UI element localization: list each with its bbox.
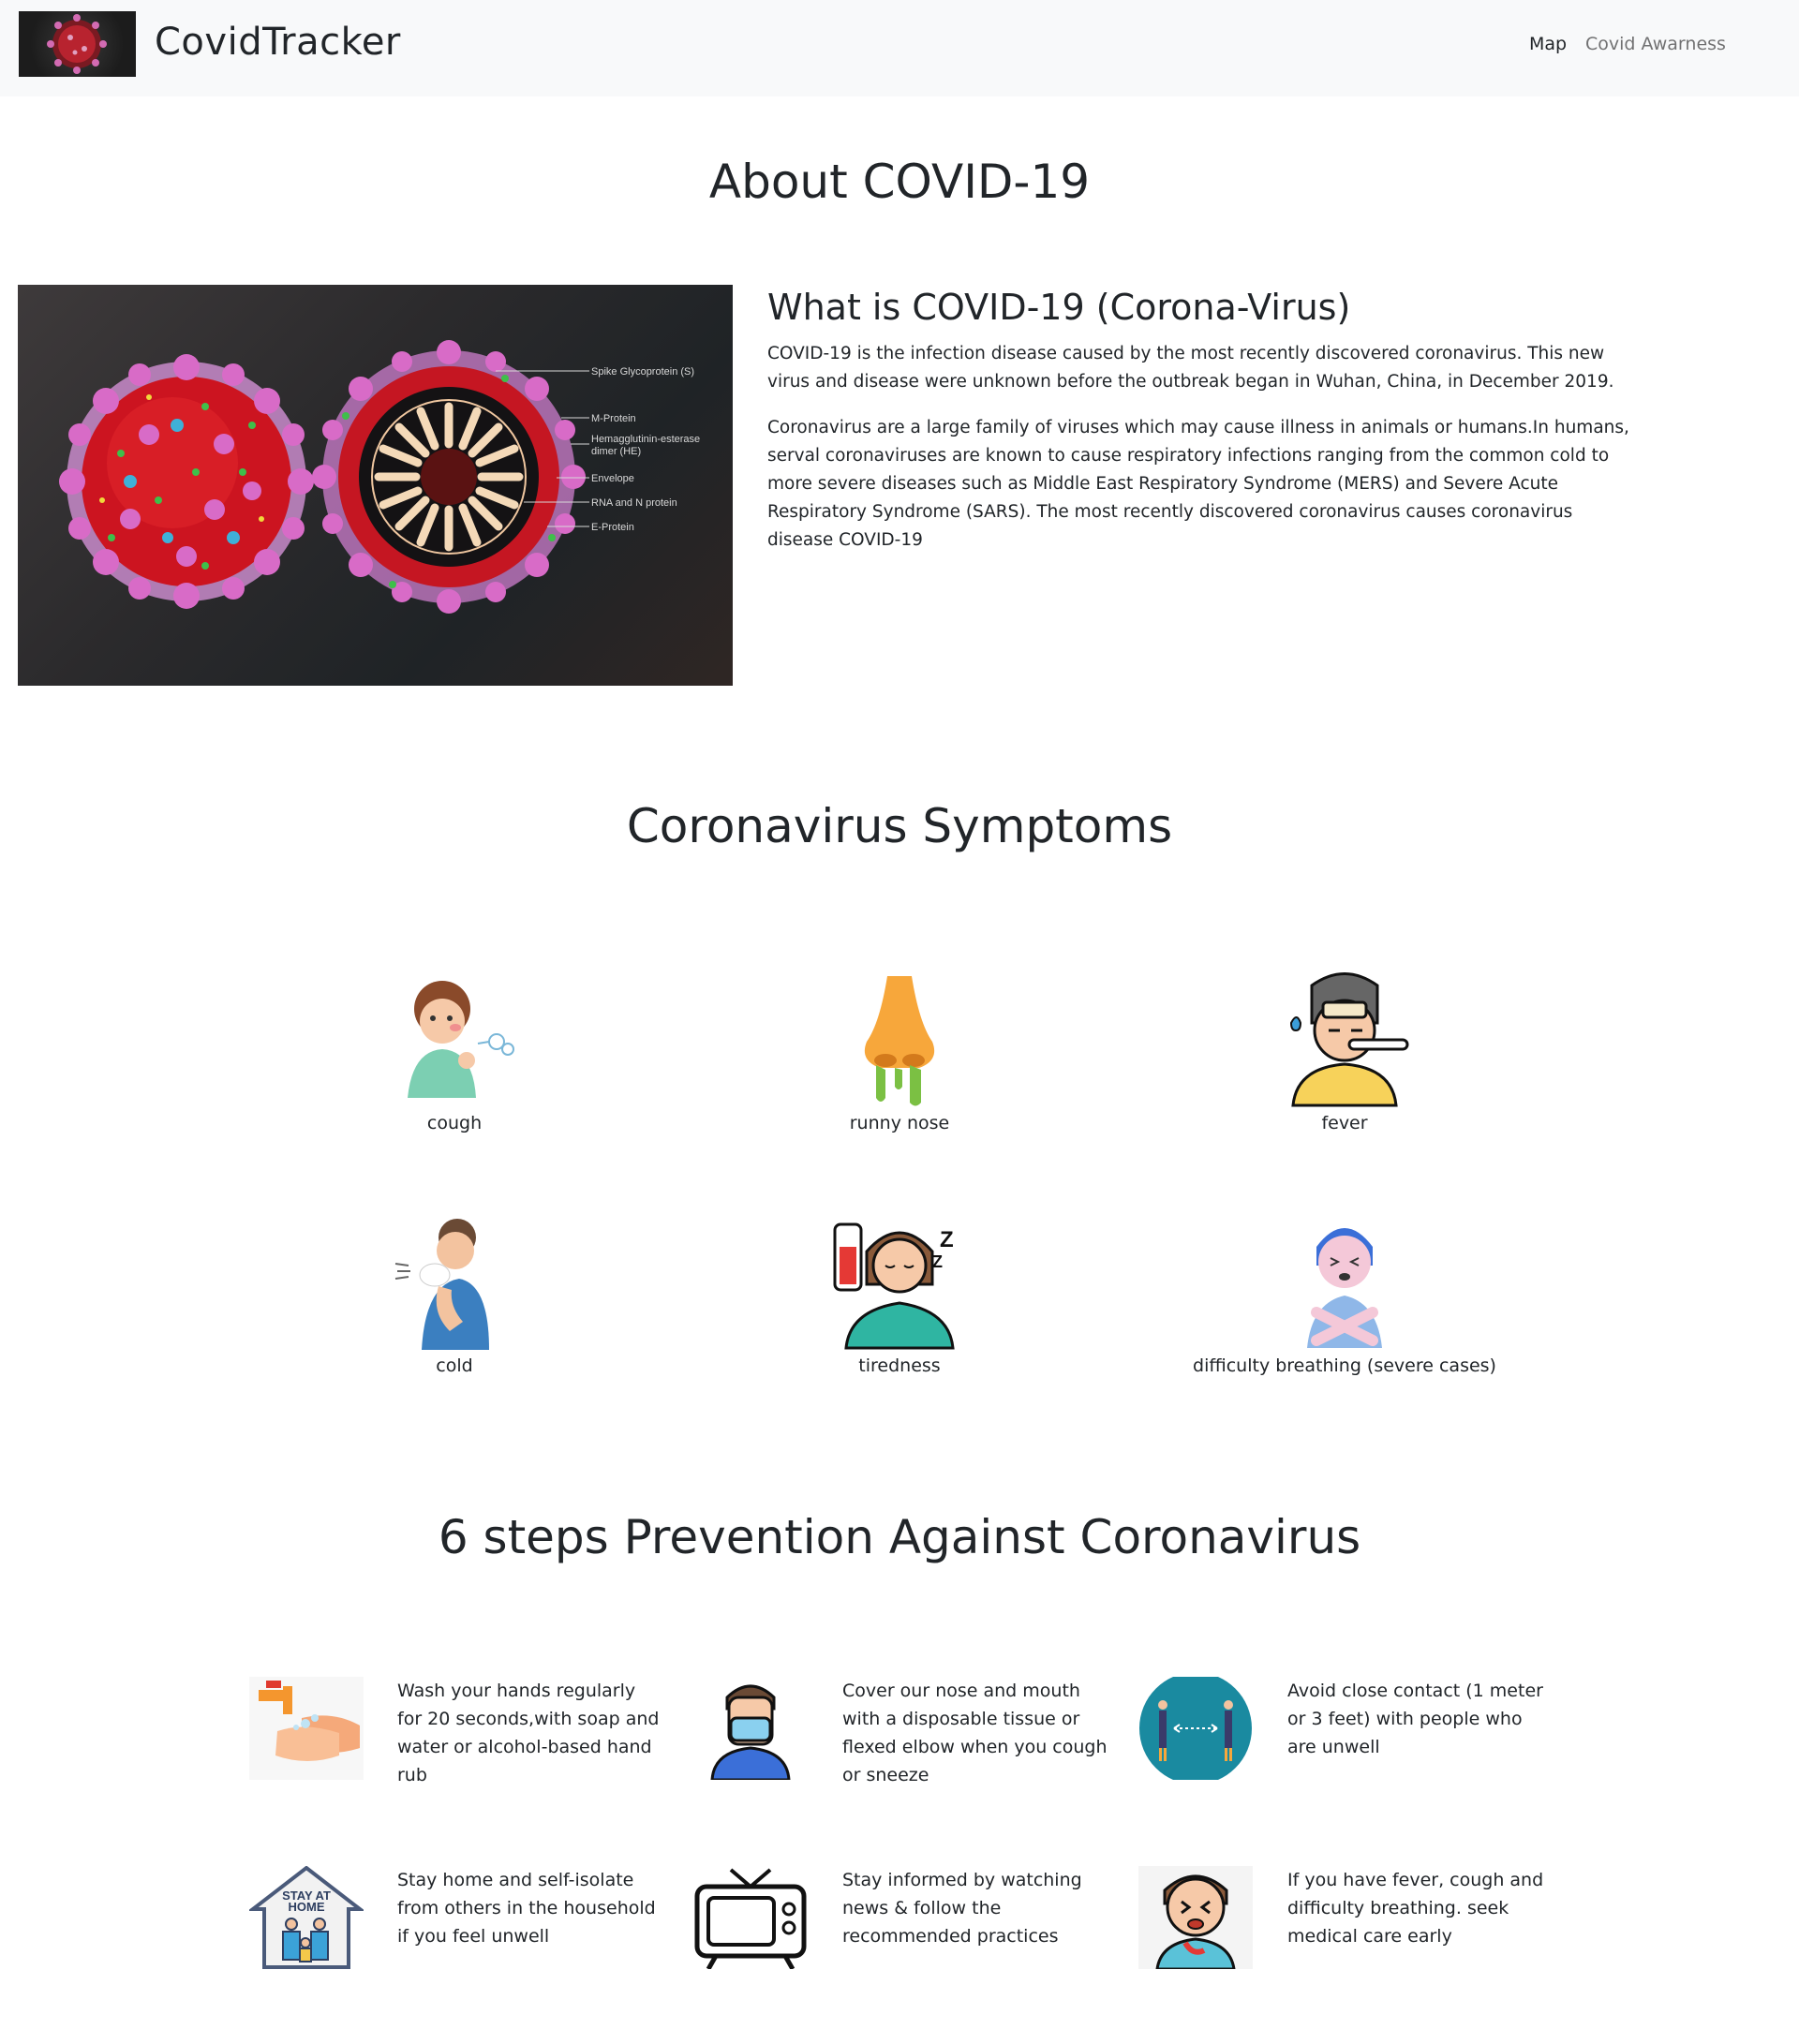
virus-cross-section-illustration [312, 340, 586, 614]
coronavirus-diagram-image: Spike Glycoprotein (S) M-Protein Hemaggl… [18, 285, 733, 686]
about-heading: About COVID-19 [708, 155, 1091, 209]
cold-icon [384, 1209, 525, 1350]
symptom-runny-nose: runny nose [712, 967, 1087, 1133]
difficulty-breathing-icon [1274, 1209, 1415, 1350]
prevention-text: Cover our nose and mouth with a disposab… [842, 1681, 1108, 1785]
symptom-label: fever [1321, 1113, 1368, 1133]
symptom-label: difficulty breathing (severe cases) [1193, 1355, 1496, 1376]
stay-home-icon: STAY AT HOME [247, 1865, 365, 1969]
navbar: CovidTracker Map Covid Awarness [0, 0, 1799, 96]
nav-link-covid-awareness[interactable]: Covid Awarness [1585, 34, 1726, 54]
diagram-label-spike: Spike Glycoprotein (S) [591, 366, 694, 378]
prevention-text: If you have fever, cough and difficulty … [1287, 1870, 1544, 1947]
about-title: What is COVID-19 (Corona-Virus) [767, 287, 1351, 328]
face-mask-icon [693, 1677, 808, 1782]
prevention-text: Wash your hands regularly for 20 seconds… [397, 1681, 660, 1785]
brand-name[interactable]: CovidTracker [155, 21, 401, 64]
symptom-tiredness: Z Z tiredness [712, 1209, 1087, 1376]
prevention-heading: 6 steps Prevention Against Coronavirus [438, 1510, 1361, 1564]
symptom-label: cold [436, 1355, 473, 1376]
prevention-text: Stay informed by watching news & follow … [842, 1870, 1082, 1947]
nav-link-map[interactable]: Map [1529, 34, 1567, 54]
diagram-label-envelope: Envelope [591, 473, 634, 484]
symptoms-heading: Coronavirus Symptoms [626, 799, 1173, 853]
symptom-cough: cough [267, 967, 642, 1133]
diagram-label-e-protein: E-Protein [591, 522, 634, 533]
fever-icon [1274, 967, 1415, 1107]
sick-person-icon [1138, 1866, 1253, 1971]
virus-logo-icon [47, 14, 107, 74]
about-paragraph-2: Coronavirus are a large family of viruse… [767, 418, 1629, 550]
svg-text:Z: Z [932, 1252, 943, 1271]
symptom-difficulty-breathing: difficulty breathing (severe cases) [1157, 1209, 1532, 1376]
symptom-cold: cold [267, 1209, 642, 1376]
diagram-label-m-protein: M-Protein [591, 413, 636, 424]
social-distance-icon [1138, 1672, 1253, 1785]
runny-nose-icon [829, 967, 970, 1107]
cough-icon [384, 967, 525, 1107]
svg-text:Z: Z [940, 1227, 954, 1252]
tiredness-icon: Z Z [829, 1209, 970, 1350]
symptom-label: runny nose [849, 1113, 950, 1133]
about-paragraph-1: COVID-19 is the infection disease caused… [767, 344, 1614, 392]
hand-wash-icon [249, 1677, 364, 1780]
symptom-label: tiredness [858, 1355, 941, 1376]
television-icon [693, 1866, 808, 1971]
diagram-label-hemagglutinin: Hemagglutinin-esterase [591, 434, 700, 445]
brand-logo[interactable] [19, 11, 136, 77]
svg-text:HOME: HOME [289, 1900, 325, 1914]
prevention-text: Stay home and self-isolate from others i… [397, 1870, 656, 1947]
diagram-label-rna: RNA and N protein [591, 497, 677, 509]
prevention-text: Avoid close contact (1 meter or 3 feet) … [1287, 1681, 1543, 1757]
virus-exterior-illustration [59, 354, 314, 609]
symptom-label: cough [426, 1113, 483, 1133]
svg-text:dimer (HE): dimer (HE) [591, 446, 641, 457]
symptom-fever: fever [1157, 967, 1532, 1133]
